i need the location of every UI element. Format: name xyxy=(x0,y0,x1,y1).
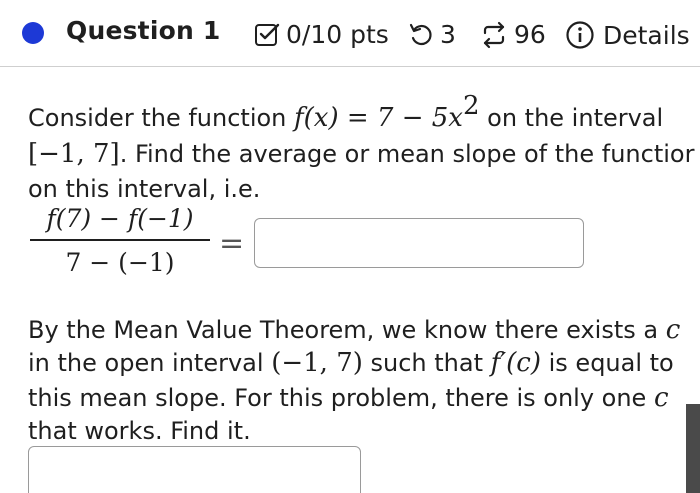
question-text-line-4: By the Mean Value Theorem, we know there… xyxy=(28,315,681,345)
points-indicator: 0/10 pts xyxy=(254,20,389,49)
question-text-line-7: that works. Find it. xyxy=(28,417,251,445)
interval-expression: [−1, 7] xyxy=(28,139,120,169)
question-text-line-3: on this interval, i.e. xyxy=(28,175,261,203)
fraction-bar xyxy=(30,239,210,241)
mean-slope-fraction: f(7) − f(−1) 7 − (−1) xyxy=(30,203,210,280)
details-button[interactable]: Details xyxy=(565,20,690,50)
function-exponent: 2 xyxy=(462,91,480,121)
c-value-answer-input[interactable] xyxy=(28,446,361,493)
derivative-expression: f′(c) xyxy=(490,348,541,378)
question-header: Question 1 0/10 pts 3 96 Details xyxy=(0,0,700,68)
question-page: Question 1 0/10 pts 3 96 Details Conside… xyxy=(0,0,700,493)
scrollbar[interactable] xyxy=(686,404,700,493)
fraction-denominator: 7 − (−1) xyxy=(65,248,175,277)
function-expression: f(x) = 7 − 5x xyxy=(294,103,463,133)
retry-icon xyxy=(408,22,434,48)
points-text: 0/10 pts xyxy=(286,20,389,49)
question-text-line-6: this mean slope. For this problem, there… xyxy=(28,383,669,413)
checkbox-icon xyxy=(254,22,280,48)
tries-indicator: 3 xyxy=(408,20,456,49)
question-text-line-1: Consider the function f(x) = 7 − 5x2 on … xyxy=(28,91,664,133)
versions-indicator: 96 xyxy=(480,20,546,49)
open-interval-expression: (−1, 7) xyxy=(271,348,363,378)
question-text-line-2: [−1, 7]. Find the average or mean slope … xyxy=(28,139,695,169)
question-title: Question 1 xyxy=(66,16,221,45)
equals-sign: = xyxy=(219,226,245,261)
versions-count: 96 xyxy=(514,20,546,49)
details-label: Details xyxy=(603,20,690,50)
info-icon xyxy=(565,20,595,50)
average-slope-answer-input[interactable] xyxy=(254,218,584,268)
versions-icon xyxy=(480,21,508,49)
header-divider xyxy=(0,66,700,67)
question-status-dot xyxy=(22,22,44,44)
tries-count: 3 xyxy=(440,20,456,49)
fraction-numerator: f(7) − f(−1) xyxy=(46,204,194,233)
question-text-line-5: in the open interval (−1, 7) such that f… xyxy=(28,348,674,378)
